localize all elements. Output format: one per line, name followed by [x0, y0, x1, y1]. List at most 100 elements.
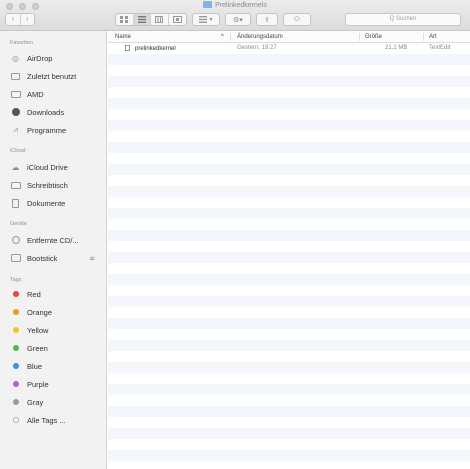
- sidebar-section-devices: Geräte: [10, 221, 27, 227]
- window-titlebar: Prelinkedkernels ‹ › ▾ ⚙▾ ⇪ ⬭ Q Suchen: [0, 0, 470, 31]
- arrange-button[interactable]: ▾: [192, 13, 220, 26]
- empty-row: [108, 417, 470, 428]
- file-icon: [125, 45, 130, 51]
- column-view-button[interactable]: [151, 14, 169, 25]
- column-header-kind[interactable]: Art: [429, 34, 437, 40]
- empty-row: [108, 175, 470, 186]
- list-view-button[interactable]: [133, 14, 151, 25]
- empty-row: [108, 340, 470, 351]
- empty-row: [108, 230, 470, 241]
- empty-row: [108, 285, 470, 296]
- empty-row: [108, 164, 470, 175]
- search-input[interactable]: Q Suchen: [345, 13, 461, 26]
- empty-row: [108, 395, 470, 406]
- back-forward-control: ‹ ›: [5, 13, 35, 26]
- sidebar-item-documents[interactable]: Dokumente: [10, 196, 105, 210]
- forward-button[interactable]: ›: [21, 14, 35, 25]
- file-kind-cell: TextEdit: [429, 45, 451, 51]
- sidebar-section-tags: Tags: [10, 277, 22, 283]
- document-icon: [10, 198, 21, 208]
- column-header-size[interactable]: Größe: [365, 34, 382, 40]
- folder-icon: [10, 90, 21, 99]
- empty-row: [108, 65, 470, 76]
- sidebar-item-bootstick[interactable]: Bootstick ⏏: [10, 251, 105, 265]
- empty-row: [108, 142, 470, 153]
- sidebar-tag-purple[interactable]: Purple: [10, 377, 105, 391]
- sidebar-item-all-tags[interactable]: Alle Tags ...: [10, 413, 105, 427]
- back-button[interactable]: ‹: [6, 14, 21, 25]
- sidebar-tag-green[interactable]: Green: [10, 341, 105, 355]
- empty-row: [108, 186, 470, 197]
- applications-icon: ⩘: [13, 125, 18, 134]
- empty-row: [108, 307, 470, 318]
- sidebar-item-applications[interactable]: ⩘ Programme: [10, 123, 105, 137]
- downloads-icon: [10, 108, 21, 117]
- column-header-name[interactable]: Name: [115, 34, 131, 40]
- empty-row: [108, 109, 470, 120]
- empty-row: [108, 153, 470, 164]
- share-button[interactable]: ⇪: [256, 13, 278, 26]
- column-view-icon: [155, 16, 164, 23]
- empty-row: [108, 54, 470, 65]
- empty-row: [108, 318, 470, 329]
- empty-row: [108, 241, 470, 252]
- green-tag-dot-icon: [12, 345, 19, 351]
- empty-row: [108, 373, 470, 384]
- sidebar-section-favorites: Favoriten: [10, 40, 33, 46]
- empty-row: [108, 263, 470, 274]
- gray-tag-dot-icon: [12, 399, 19, 405]
- empty-row: [108, 274, 470, 285]
- drive-icon: [10, 254, 21, 263]
- empty-row: [108, 197, 470, 208]
- file-list: prelinkedkernel Gestern, 19:27 21,1 MB T…: [108, 43, 470, 469]
- icon-view-button[interactable]: [116, 14, 134, 25]
- empty-row: [108, 384, 470, 395]
- sidebar-item-icloud-drive[interactable]: ☁ iCloud Drive: [10, 160, 105, 174]
- chevron-right-icon: ›: [26, 16, 29, 23]
- empty-row: [108, 219, 470, 230]
- file-date-cell: Gestern, 19:27: [237, 45, 277, 51]
- blue-tag-dot-icon: [12, 363, 19, 369]
- sidebar-item-amd[interactable]: AMD: [10, 87, 105, 101]
- sidebar-item-airdrop[interactable]: ◎ AirDrop: [10, 51, 105, 65]
- empty-row: [108, 252, 470, 263]
- file-size-cell: 21,1 MB: [385, 45, 408, 51]
- sidebar-item-recents[interactable]: Zuletzt benutzt: [10, 69, 105, 83]
- file-row[interactable]: prelinkedkernel Gestern, 19:27 21,1 MB T…: [108, 43, 470, 54]
- action-button[interactable]: ⚙▾: [225, 13, 251, 26]
- sidebar: Favoriten ◎ AirDrop Zuletzt benutzt AMD D…: [0, 31, 107, 469]
- orange-tag-dot-icon: [12, 309, 19, 315]
- window-title: Prelinkedkernels: [0, 1, 470, 10]
- sidebar-tag-red[interactable]: Red: [10, 287, 105, 301]
- airdrop-icon: ◎: [12, 53, 19, 63]
- cover-flow-icon: [172, 16, 182, 23]
- sidebar-tag-orange[interactable]: Orange: [10, 305, 105, 319]
- icon-view-icon: [120, 16, 129, 23]
- yellow-tag-dot-icon: [12, 327, 19, 333]
- empty-row: [108, 450, 470, 461]
- chevron-left-icon: ‹: [11, 16, 14, 23]
- purple-tag-dot-icon: [12, 381, 19, 387]
- folder-icon: [203, 1, 213, 8]
- chevron-down-icon: ▾: [209, 17, 213, 23]
- sidebar-item-desktop[interactable]: Schreibtisch: [10, 178, 105, 192]
- empty-row: [108, 362, 470, 373]
- empty-row: [108, 98, 470, 109]
- column-header-date[interactable]: Änderungsdatum: [237, 34, 283, 40]
- sidebar-tag-blue[interactable]: Blue: [10, 359, 105, 373]
- tags-button[interactable]: ⬭: [283, 13, 311, 26]
- sidebar-tag-yellow[interactable]: Yellow: [10, 323, 105, 337]
- sidebar-item-remote-disc[interactable]: Entfernte CD/...: [10, 233, 105, 247]
- tag-icon: ⬭: [294, 15, 300, 23]
- empty-row: [108, 131, 470, 142]
- sidebar-item-downloads[interactable]: Downloads: [10, 105, 105, 119]
- empty-row: [108, 76, 470, 87]
- sidebar-tag-gray[interactable]: Gray: [10, 395, 105, 409]
- empty-row: [108, 329, 470, 340]
- eject-icon[interactable]: ⏏: [89, 255, 95, 262]
- sort-indicator-icon: ^: [221, 34, 224, 40]
- empty-row: [108, 87, 470, 98]
- desktop-icon: [10, 181, 21, 190]
- view-mode-control: [115, 13, 187, 26]
- cover-flow-button[interactable]: [169, 14, 186, 25]
